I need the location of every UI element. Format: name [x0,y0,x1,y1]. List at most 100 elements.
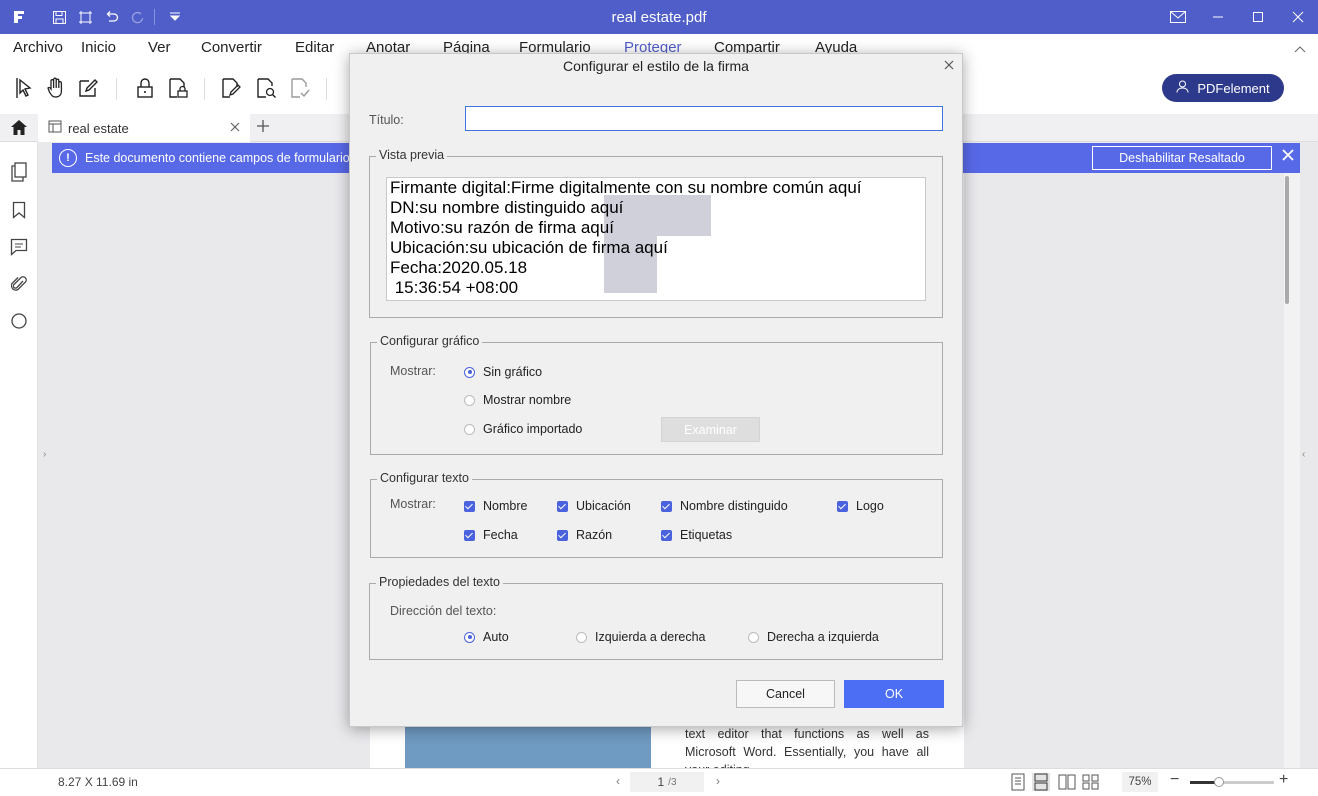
checkbox[interactable] [661,500,672,512]
checkbox-label: Logo [856,499,884,513]
prev-page-button[interactable]: ‹ [616,774,620,788]
zoom-level[interactable]: 75% [1122,772,1158,792]
checkbox[interactable] [557,529,568,541]
zoom-in-button[interactable]: + [1279,771,1288,789]
radio-button[interactable] [464,394,475,406]
vertical-scrollbar[interactable] [1284,173,1300,768]
clear-signature-icon[interactable] [288,76,312,100]
hand-tool-icon[interactable] [44,76,68,100]
status-bar: 8.27 X 11.69 in ‹ 1 /3 › 75% − + [0,768,1318,796]
checkbox-nombre[interactable]: Nombre [464,499,527,513]
radio-sin-grafico[interactable]: Sin gráfico [464,365,542,379]
radio-left-to-right[interactable]: Izquierda a derecha [576,630,706,644]
account-button[interactable]: PDFelement [1162,74,1284,102]
minimize-button[interactable] [1198,0,1238,34]
text-show-label: Mostrar: [390,497,436,511]
redo-icon[interactable] [128,8,146,26]
radio-auto[interactable]: Auto [464,630,509,644]
thumbnails-icon[interactable] [9,162,29,182]
checkbox-ubicacion[interactable]: Ubicación [557,499,631,513]
menu-convertir[interactable]: Convertir [201,39,262,56]
radio-right-to-left[interactable]: Derecha a izquierda [748,630,879,644]
graphic-config-group: Configurar gráfico [370,334,943,455]
preview-line: Fecha:2020.05.18 [390,258,528,277]
collapse-ribbon-icon[interactable] [1294,42,1306,56]
sign-document-icon[interactable] [219,76,243,100]
expand-right-panel-icon[interactable]: ‹ [1302,449,1305,460]
zoom-slider[interactable] [1190,777,1274,787]
mail-icon[interactable] [1158,0,1198,34]
facing-view-icon[interactable] [1058,773,1076,791]
checkbox[interactable] [557,500,568,512]
grid-view-icon[interactable] [1082,773,1100,791]
tab-real-estate[interactable]: real estate [38,114,250,142]
dialog-close-icon[interactable] [944,57,954,73]
radio-button[interactable] [748,631,759,643]
radio-mostrar-nombre[interactable]: Mostrar nombre [464,393,571,407]
continuous-view-icon[interactable] [1032,773,1050,791]
scrollbar-thumb[interactable] [1285,176,1289,304]
radio-grafico-importado[interactable]: Gráfico importado [464,422,582,436]
graphic-legend: Configurar gráfico [377,334,483,348]
next-page-button[interactable]: › [716,774,720,788]
preview-line: Ubicación:su ubicación de firma aquí [390,238,668,257]
title-bar: real estate.pdf [0,0,1318,34]
crop-icon[interactable] [76,8,94,26]
info-icon: ! [59,149,77,167]
search-panel-icon[interactable] [9,311,29,331]
page-number-field[interactable]: 1 /3 [630,772,704,792]
close-window-button[interactable] [1278,0,1318,34]
ok-button[interactable]: OK [844,680,944,708]
close-tab-icon[interactable] [230,120,240,135]
home-icon[interactable] [10,119,28,139]
zoom-slider-knob[interactable] [1214,777,1224,787]
checkbox[interactable] [464,500,475,512]
radio-label: Derecha a izquierda [767,630,879,644]
checkbox[interactable] [464,529,475,541]
maximize-button[interactable] [1238,0,1278,34]
radio-button[interactable] [464,423,475,435]
radio-button[interactable] [576,631,587,643]
attachment-icon[interactable] [9,274,29,294]
close-banner-icon[interactable] [1282,148,1294,166]
checkbox-etiquetas[interactable]: Etiquetas [661,528,732,542]
edit-tool-icon[interactable] [76,76,100,100]
checkbox-nombre-distinguido[interactable]: Nombre distinguido [661,499,788,513]
checkbox-fecha[interactable]: Fecha [464,528,518,542]
zoom-out-button[interactable]: − [1170,771,1179,789]
menu-ver[interactable]: Ver [148,39,171,56]
current-page: 1 [657,775,665,789]
checkbox[interactable] [661,529,672,541]
undo-icon[interactable] [102,8,120,26]
browse-button[interactable]: Examinar [661,417,760,442]
quick-access-dropdown-icon[interactable] [166,8,184,26]
menu-inicio[interactable]: Inicio [81,39,116,56]
checkbox-razon[interactable]: Razón [557,528,612,542]
validate-signature-icon[interactable] [254,76,278,100]
checkbox-logo[interactable]: Logo [837,499,884,513]
page-size: 8.27 X 11.69 in [58,775,138,789]
text-properties-group: Propiedades del texto [369,575,943,660]
signature-preview: Firmante digital:Firme digitalmente con … [386,177,926,301]
single-page-view-icon[interactable] [1010,773,1028,791]
permission-lock-icon[interactable] [166,76,190,100]
expand-left-panel-icon[interactable]: › [43,449,46,460]
menu-editar[interactable]: Editar [295,39,334,56]
cancel-button[interactable]: Cancel [736,680,835,708]
new-tab-icon[interactable] [256,117,270,138]
preview-line: DN:su nombre distinguido aquí [390,198,624,217]
app-logo-icon [10,8,28,26]
menu-archivo[interactable]: Archivo [13,39,63,56]
radio-button[interactable] [464,366,475,378]
disable-highlight-button[interactable]: Deshabilitar Resaltado [1092,146,1272,170]
radio-button[interactable] [464,631,475,643]
checkbox[interactable] [837,500,848,512]
title-input[interactable] [465,106,943,131]
comment-icon[interactable] [9,237,29,257]
signature-style-dialog: Configurar el estilo de la firma Título:… [349,53,963,727]
user-icon [1176,80,1189,96]
bookmark-icon[interactable] [9,200,29,220]
select-tool-icon[interactable] [12,76,36,100]
password-lock-icon[interactable] [133,76,157,100]
save-icon[interactable] [50,8,68,26]
